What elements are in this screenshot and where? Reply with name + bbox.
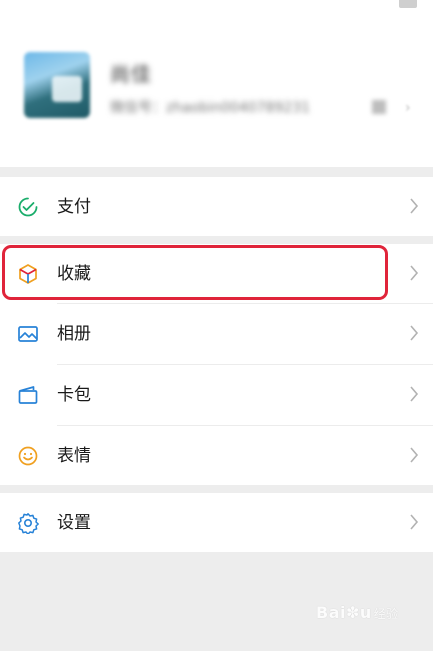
- watermark-logo: Bai✽u 经验: [316, 603, 399, 622]
- settings-group: 设置: [0, 493, 433, 552]
- profile-card[interactable]: 尚佳 微信号：zhaobin0040789231 ›: [0, 0, 433, 167]
- chevron-right-icon: [410, 447, 419, 463]
- gear-icon: [15, 510, 41, 536]
- chevron-right-icon: [410, 386, 419, 402]
- menu-item-label: 支付: [57, 197, 91, 217]
- features-group: 收藏 相册 卡包 表情: [0, 244, 433, 485]
- menu-item-label: 卡包: [57, 385, 91, 405]
- chevron-right-icon: ›: [405, 100, 411, 116]
- favorites-cube-icon: [15, 261, 41, 287]
- menu-item-label: 表情: [57, 446, 91, 466]
- chevron-right-icon: [410, 325, 419, 341]
- menu-item-favorites[interactable]: 收藏: [0, 244, 433, 303]
- chevron-right-icon: [410, 265, 419, 281]
- album-image-icon: [15, 321, 41, 347]
- chevron-right-icon: [410, 514, 419, 530]
- menu-item-label: 相册: [57, 324, 91, 344]
- nickname: 尚佳: [110, 62, 152, 86]
- menu-item-pay[interactable]: 支付: [0, 177, 433, 236]
- menu-item-label: 收藏: [57, 264, 91, 284]
- pay-icon: [15, 194, 41, 220]
- pay-group: 支付: [0, 177, 433, 236]
- menu-item-stickers[interactable]: 表情: [0, 426, 433, 485]
- menu-item-album[interactable]: 相册: [0, 304, 433, 363]
- avatar[interactable]: [24, 52, 90, 118]
- menu-item-label: 设置: [57, 513, 91, 533]
- wechat-id: 微信号：zhaobin0040789231: [110, 100, 311, 116]
- menu-item-cards[interactable]: 卡包: [0, 365, 433, 424]
- qr-code-icon[interactable]: [372, 100, 386, 114]
- chevron-right-icon: [410, 198, 419, 214]
- card-wallet-icon: [15, 382, 41, 408]
- smiley-icon: [15, 443, 41, 469]
- menu-item-settings[interactable]: 设置: [0, 493, 433, 552]
- more-icon[interactable]: [399, 0, 417, 8]
